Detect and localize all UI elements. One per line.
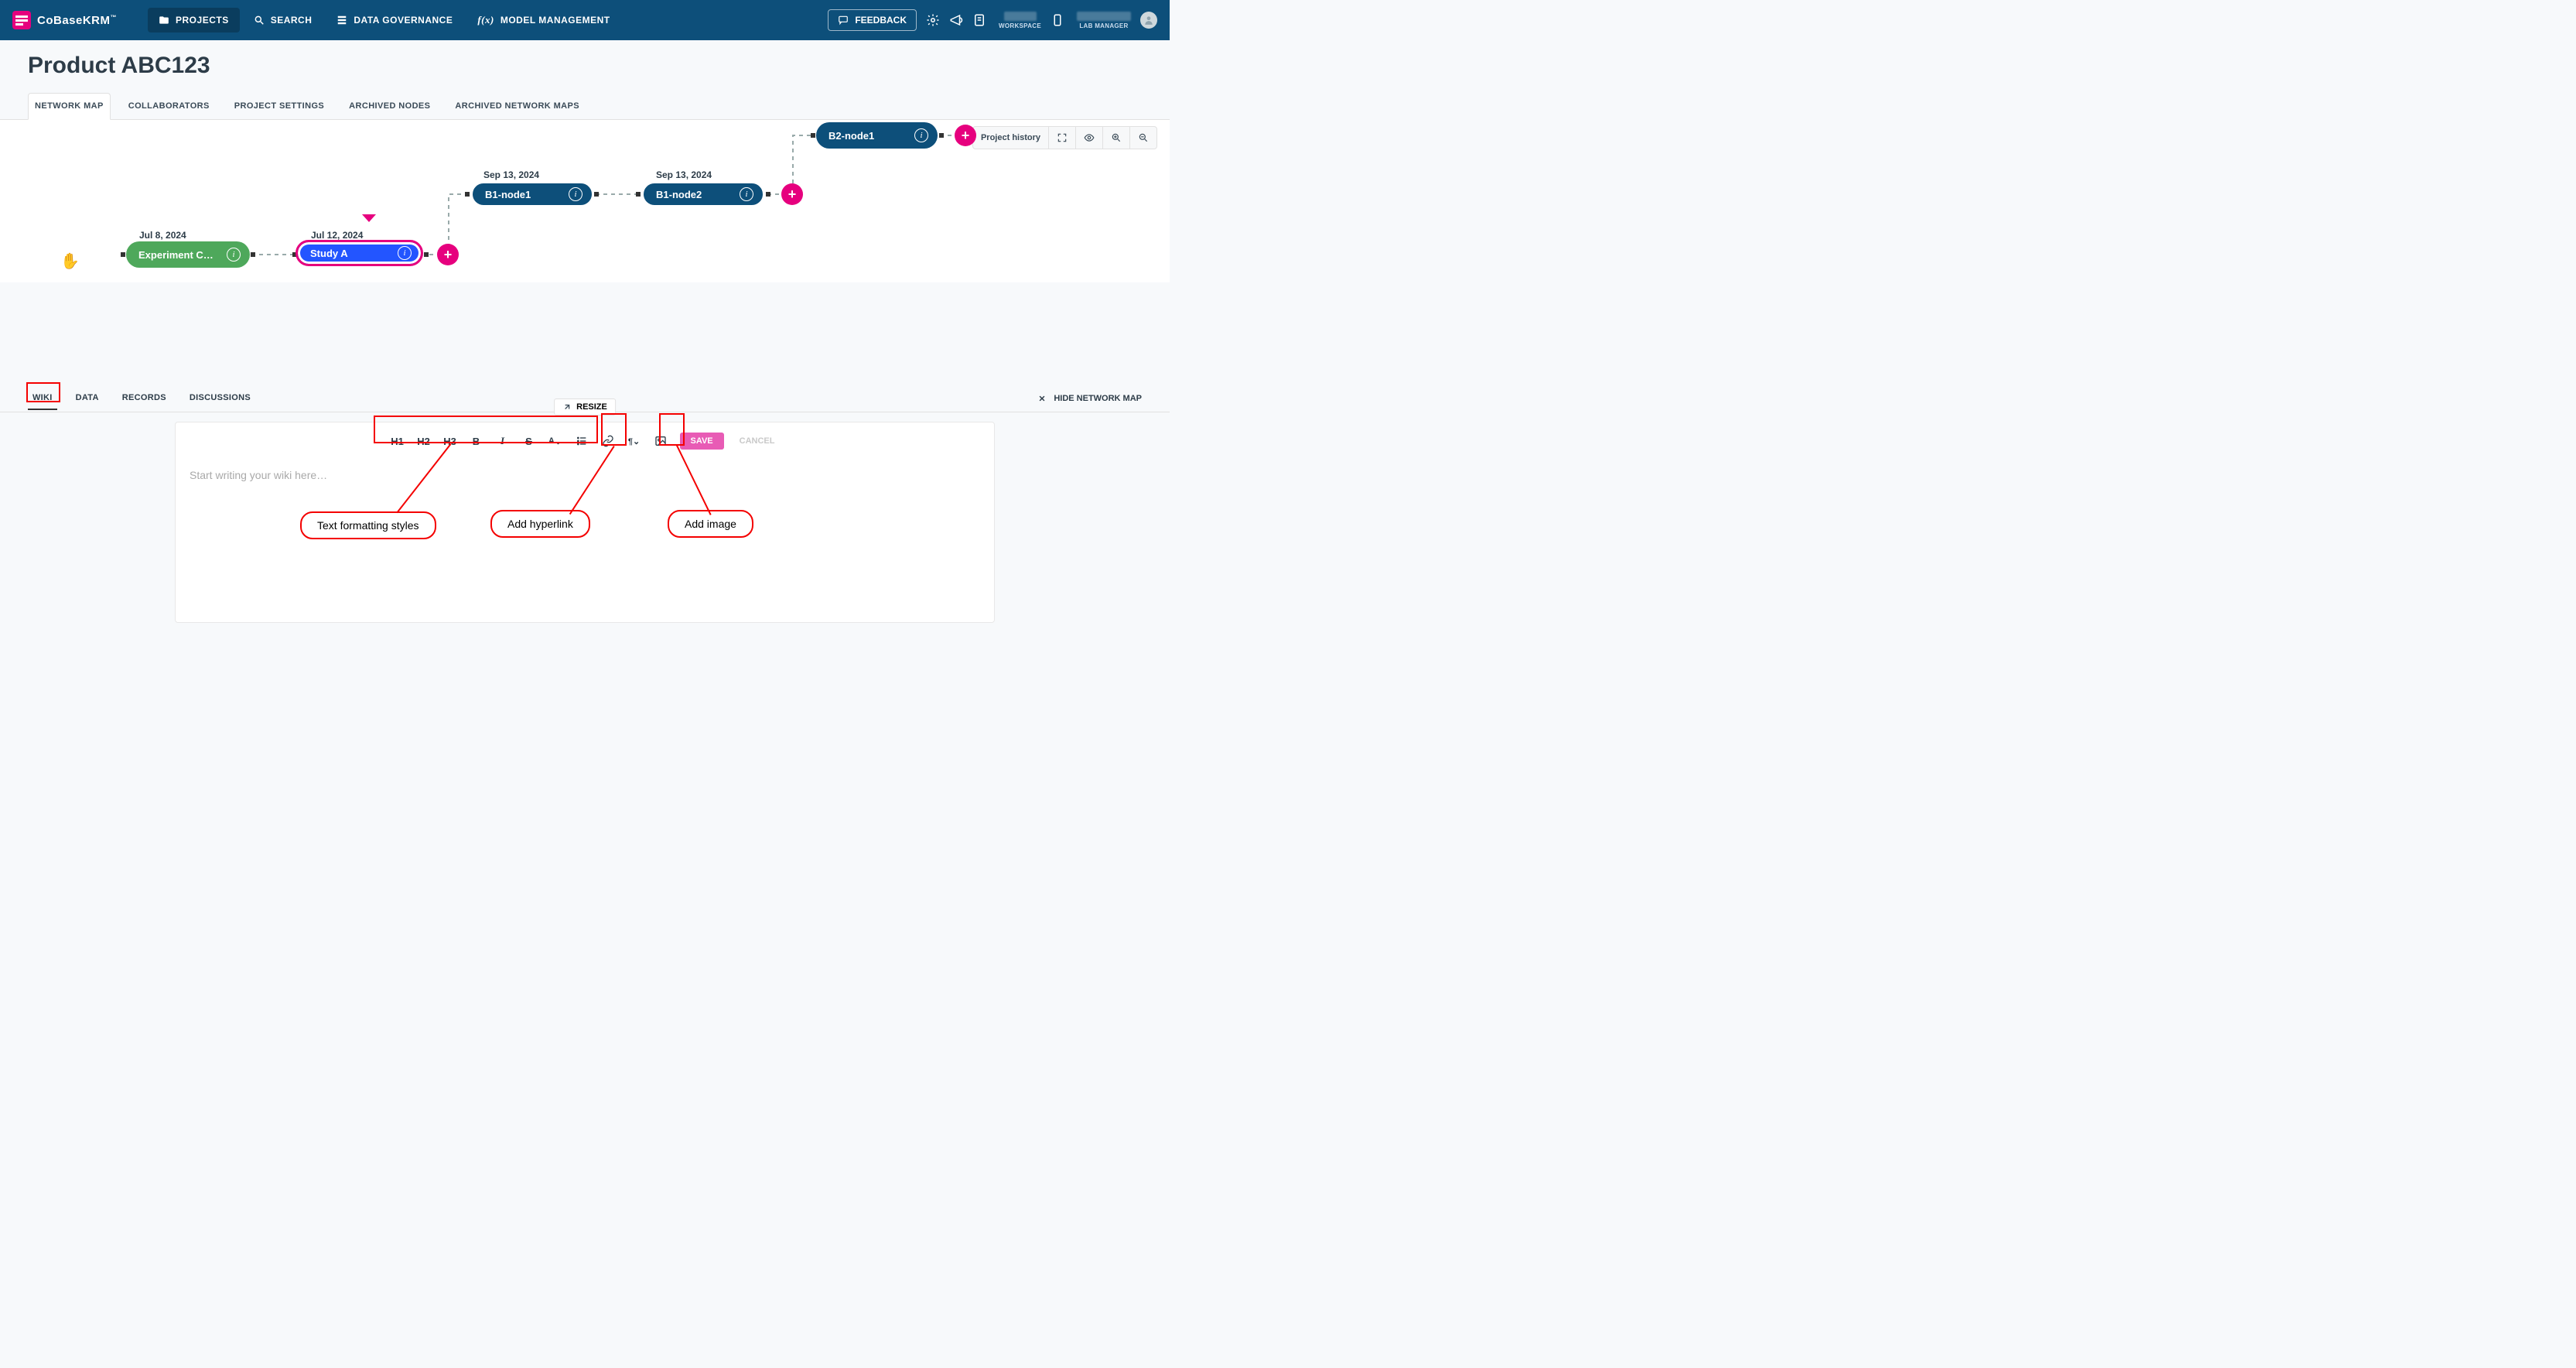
zoom-out-button[interactable] xyxy=(1130,127,1156,149)
feedback-button[interactable]: FEEDBACK xyxy=(828,9,917,31)
nav-projects[interactable]: PROJECTS xyxy=(148,8,240,32)
network-map-canvas[interactable]: Project history Jul 8, 2024 Jul 12, 2024… xyxy=(0,120,1170,282)
cancel-button[interactable]: CANCEL xyxy=(729,433,786,450)
save-button[interactable]: SAVE xyxy=(680,433,724,450)
tab-collaborators[interactable]: COLLABORATORS xyxy=(121,93,217,119)
nav-models[interactable]: f(x) MODEL MANAGEMENT xyxy=(466,8,620,32)
node-experiment[interactable]: Experiment C…i xyxy=(126,241,250,268)
node-handle[interactable] xyxy=(121,252,125,257)
add-node-button[interactable]: + xyxy=(955,125,976,146)
tab-records[interactable]: RECORDS xyxy=(118,387,171,410)
tab-network-map[interactable]: NETWORK MAP xyxy=(28,93,111,120)
device-icon[interactable] xyxy=(1051,13,1064,27)
info-icon[interactable]: i xyxy=(227,248,241,262)
node-handle[interactable] xyxy=(251,252,255,257)
node-handle[interactable] xyxy=(424,252,429,257)
image-icon xyxy=(654,435,667,447)
settings-icon[interactable] xyxy=(926,13,940,27)
node-b1-node1[interactable]: B1-node1i xyxy=(470,181,594,207)
node-handle[interactable] xyxy=(636,192,641,197)
user-avatar[interactable] xyxy=(1140,12,1157,29)
wiki-editor-area: H1 H2 H3 B I S A⌄ ¶⌄ SAVE CANCEL Start w… xyxy=(0,412,1170,623)
h1-button[interactable]: H1 xyxy=(384,430,411,452)
info-icon[interactable]: i xyxy=(398,246,412,260)
folder-icon xyxy=(159,15,169,26)
selection-marker-icon xyxy=(362,214,376,222)
strikethrough-button[interactable]: S xyxy=(516,430,542,452)
book-icon[interactable] xyxy=(972,13,986,27)
node-handle[interactable] xyxy=(465,192,470,197)
image-button[interactable] xyxy=(647,430,674,452)
node-b2-node1[interactable]: B2-node1i xyxy=(816,122,938,149)
project-tabs: NETWORK MAP COLLABORATORS PROJECT SETTIN… xyxy=(0,93,1170,120)
map-view-toolbar: Project history xyxy=(972,126,1157,149)
node-date-experiment: Jul 8, 2024 xyxy=(139,230,186,241)
hide-network-map-button[interactable]: HIDE NETWORK MAP xyxy=(1037,393,1142,404)
zoom-in-button[interactable] xyxy=(1103,127,1130,149)
header-right: FEEDBACK WORKSPACE LAB MANAGER xyxy=(828,9,1157,31)
font-button[interactable]: A⌄ xyxy=(542,430,569,452)
announcement-icon[interactable] xyxy=(949,13,963,27)
project-history-button[interactable]: Project history xyxy=(973,127,1049,149)
node-handle[interactable] xyxy=(939,133,944,138)
h2-button[interactable]: H2 xyxy=(411,430,437,452)
logo[interactable]: CoBaseKRM™ xyxy=(12,11,117,29)
node-b1-node2[interactable]: B1-node2i xyxy=(641,181,765,207)
node-study-a[interactable]: Study Ai xyxy=(296,240,423,266)
primary-nav: PROJECTS SEARCH DATA GOVERNANCE f(x) MOD… xyxy=(148,8,621,32)
visibility-button[interactable] xyxy=(1076,127,1103,149)
lab-selector[interactable]: LAB MANAGER xyxy=(1077,12,1131,29)
bold-button[interactable]: B xyxy=(463,430,490,452)
fx-icon: f(x) xyxy=(477,14,494,26)
zoom-out-icon xyxy=(1138,132,1149,143)
info-icon[interactable]: i xyxy=(914,128,928,142)
zoom-in-icon xyxy=(1111,132,1122,143)
eye-icon xyxy=(1084,132,1095,143)
brand-name: CoBaseKRM™ xyxy=(37,14,117,27)
node-date-b1n1: Sep 13, 2024 xyxy=(483,169,539,180)
app-header: CoBaseKRM™ PROJECTS SEARCH DATA GOVERNAN… xyxy=(0,0,1170,40)
node-handle[interactable] xyxy=(766,192,770,197)
tab-wiki[interactable]: WIKI xyxy=(28,387,57,410)
info-icon[interactable]: i xyxy=(569,187,583,201)
fullscreen-icon xyxy=(1057,132,1068,143)
expand-icon xyxy=(1037,393,1047,404)
node-date-b1n2: Sep 13, 2024 xyxy=(656,169,712,180)
node-handle[interactable] xyxy=(594,192,599,197)
page-title-area: Product ABC123 xyxy=(0,40,1170,85)
node-handle[interactable] xyxy=(811,133,815,138)
link-button[interactable] xyxy=(595,430,621,452)
wiki-textarea[interactable]: Start writing your wiki here… xyxy=(176,460,994,491)
wiki-toolbar: H1 H2 H3 B I S A⌄ ¶⌄ SAVE CANCEL xyxy=(176,422,994,460)
info-icon[interactable]: i xyxy=(740,187,753,201)
page-title: Product ABC123 xyxy=(28,53,1142,79)
search-icon xyxy=(254,15,265,26)
tab-project-settings[interactable]: PROJECT SETTINGS xyxy=(227,93,331,119)
link-icon xyxy=(602,435,614,447)
add-node-button[interactable]: + xyxy=(781,183,803,205)
list-icon xyxy=(576,435,588,447)
tab-archived-nodes[interactable]: ARCHIVED NODES xyxy=(342,93,437,119)
logo-icon xyxy=(12,11,31,29)
resize-icon xyxy=(562,402,572,412)
tab-discussions[interactable]: DISCUSSIONS xyxy=(185,387,255,410)
node-detail-tabs: WIKI DATA RECORDS DISCUSSIONS RESIZE HID… xyxy=(0,385,1170,412)
h3-button[interactable]: H3 xyxy=(437,430,463,452)
add-node-button[interactable]: + xyxy=(437,244,459,265)
nav-search[interactable]: SEARCH xyxy=(243,8,323,32)
list-button[interactable] xyxy=(569,430,595,452)
tab-data[interactable]: DATA xyxy=(71,387,104,410)
person-icon xyxy=(1143,15,1154,26)
node-date-study: Jul 12, 2024 xyxy=(311,230,363,241)
tab-archived-maps[interactable]: ARCHIVED NETWORK MAPS xyxy=(448,93,586,119)
wiki-editor: H1 H2 H3 B I S A⌄ ¶⌄ SAVE CANCEL Start w… xyxy=(175,422,995,623)
layers-icon xyxy=(337,15,347,26)
workspace-selector[interactable]: WORKSPACE xyxy=(999,12,1041,29)
paragraph-button[interactable]: ¶⌄ xyxy=(621,430,647,452)
nav-governance[interactable]: DATA GOVERNANCE xyxy=(326,8,463,32)
grab-cursor-icon: ✋ xyxy=(60,251,80,271)
fullscreen-button[interactable] xyxy=(1049,127,1076,149)
comment-icon xyxy=(838,15,849,26)
italic-button[interactable]: I xyxy=(490,430,516,452)
